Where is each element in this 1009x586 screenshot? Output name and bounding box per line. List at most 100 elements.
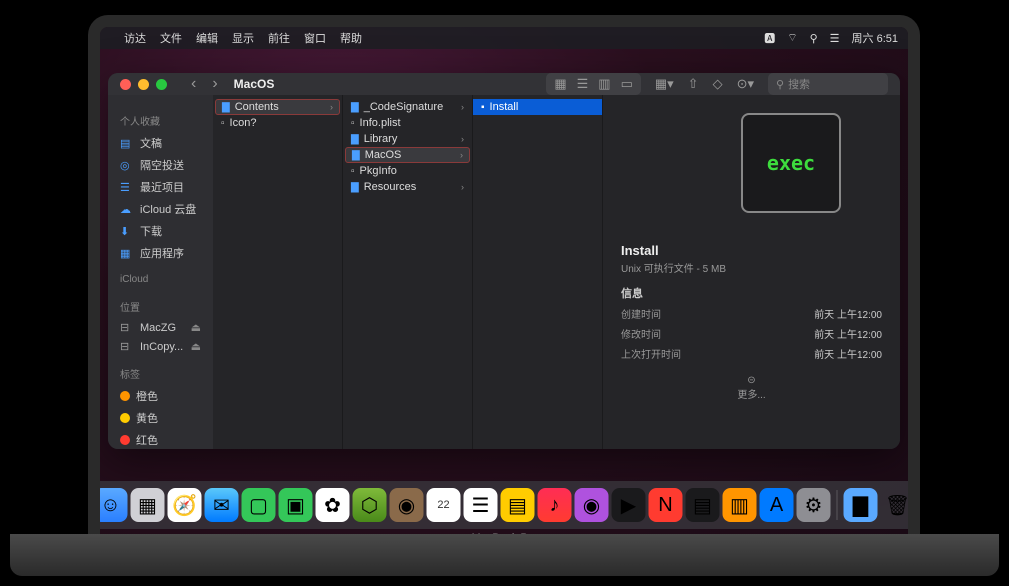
dock: ☺ ▦ 🧭 ✉ ▢ ▣ ✿ ⬡ ◉ 22 ☰ ▤ ♪ ◉ ▶ N ▤ ▥ A ⚙… (88, 481, 920, 529)
menu-edit[interactable]: 编辑 (196, 30, 218, 46)
menu-help[interactable]: 帮助 (340, 30, 362, 46)
sidebar-downloads[interactable]: ⬇下载 (108, 220, 213, 242)
info-modified: 修改时间前天 上午12:00 (621, 326, 882, 341)
window-title: MacOS (234, 77, 275, 91)
minimize-button[interactable] (138, 79, 149, 90)
dock-downloads[interactable]: ▇ (844, 488, 878, 522)
folder-codesignature[interactable]: ▇_CodeSignature› (343, 99, 472, 115)
view-mode-group: ▦ ☰ ▥ ▭ (546, 73, 641, 95)
clock[interactable]: 周六 6:51 (852, 30, 898, 46)
icon-view-button[interactable]: ▦ (554, 76, 566, 92)
maximize-button[interactable] (156, 79, 167, 90)
file-icon-item[interactable]: ▫Icon? (213, 115, 342, 131)
column-2: ▇_CodeSignature› ▫Info.plist ▇Library› ▇… (343, 95, 473, 449)
preview-pane: exec Install Unix 可执行文件 - 5 MB 信息 创建时间前天… (603, 95, 900, 449)
search-placeholder: 搜索 (788, 76, 810, 92)
sidebar-documents[interactable]: ▤文稿 (108, 132, 213, 154)
group-button[interactable]: ▦▾ (655, 76, 674, 92)
folder-icon: ▇ (352, 150, 360, 161)
folder-icon: ▇ (351, 102, 359, 113)
more-button[interactable]: ⊝更多... (621, 375, 882, 401)
back-button[interactable]: ‹ (191, 75, 196, 93)
search-icon: ⚲ (776, 78, 784, 91)
search-input[interactable]: ⚲ 搜索 (768, 73, 888, 95)
chevron-right-icon: › (330, 102, 333, 112)
file-icon: ▫ (351, 166, 355, 177)
file-pkginfo[interactable]: ▫PkgInfo (343, 163, 472, 179)
dock-settings[interactable]: ⚙ (797, 488, 831, 522)
dock-stocks[interactable]: ▤ (686, 488, 720, 522)
list-view-button[interactable]: ☰ (577, 76, 589, 92)
exec-label: exec (767, 151, 815, 175)
menu-view[interactable]: 显示 (232, 30, 254, 46)
info-created: 创建时间前天 上午12:00 (621, 306, 882, 321)
dock-maps[interactable]: ⬡ (353, 488, 387, 522)
dock-trash[interactable]: 🗑 (881, 488, 915, 522)
sidebar-applications[interactable]: ▦应用程序 (108, 242, 213, 264)
input-method-icon[interactable]: 🅰 (764, 30, 775, 46)
folder-contents[interactable]: ▇Contents› (215, 99, 340, 115)
sidebar-icloud-drive[interactable]: ☁iCloud 云盘 (108, 198, 213, 220)
dock-launchpad[interactable]: ▦ (131, 488, 165, 522)
dock-music[interactable]: ♪ (538, 488, 572, 522)
sidebar-favorites-header: 个人收藏 (108, 109, 213, 132)
dock-notes[interactable]: ▤ (501, 488, 535, 522)
folder-resources[interactable]: ▇Resources› (343, 179, 472, 195)
column-view-button[interactable]: ▥ (598, 76, 610, 92)
column-1: ▇Contents› ▫Icon? (213, 95, 343, 449)
laptop-base (10, 534, 999, 576)
wifi-icon[interactable]: ⌔ (787, 31, 797, 45)
dock-contacts[interactable]: ◉ (390, 488, 424, 522)
preview-filename: Install (621, 243, 882, 258)
folder-macos[interactable]: ▇MacOS› (345, 147, 470, 163)
dock-safari[interactable]: 🧭 (168, 488, 202, 522)
dock-mail[interactable]: ✉ (205, 488, 239, 522)
forward-button[interactable]: › (212, 75, 217, 93)
dock-podcasts[interactable]: ◉ (575, 488, 609, 522)
menu-go[interactable]: 前往 (268, 30, 290, 46)
sidebar: 个人收藏 ▤文稿 ◎隔空投送 ☰最近项目 ☁iCloud 云盘 ⬇下载 ▦应用程… (108, 95, 213, 449)
tag-button[interactable]: ◇ (713, 76, 723, 92)
info-lastopened: 上次打开时间前天 上午12:00 (621, 346, 882, 361)
close-button[interactable] (120, 79, 131, 90)
titlebar[interactable]: ‹ › MacOS ▦ ☰ ▥ ▭ ▦▾ ⇧ ◇ ⊙▾ ⚲ (108, 73, 900, 95)
folder-icon: ▇ (351, 134, 359, 145)
sidebar-airdrop[interactable]: ◎隔空投送 (108, 154, 213, 176)
app-name[interactable]: 访达 (124, 30, 146, 46)
sidebar-location-maczg[interactable]: ⊟MacZG⏏ (108, 318, 213, 337)
file-install[interactable]: ▪Install (473, 99, 602, 115)
file-infoplist[interactable]: ▫Info.plist (343, 115, 472, 131)
dock-tv[interactable]: ▶ (612, 488, 646, 522)
action-button[interactable]: ⊙▾ (737, 76, 754, 92)
sidebar-tag-orange[interactable]: 橙色 (108, 385, 213, 407)
dock-messages[interactable]: ▢ (242, 488, 276, 522)
sidebar-recents[interactable]: ☰最近项目 (108, 176, 213, 198)
dock-appstore[interactable]: A (760, 488, 794, 522)
dock-reminders[interactable]: ☰ (464, 488, 498, 522)
dock-separator (837, 490, 838, 520)
sidebar-tag-yellow[interactable]: 黄色 (108, 407, 213, 429)
menu-window[interactable]: 窗口 (304, 30, 326, 46)
dock-calendar[interactable]: 22 (427, 488, 461, 522)
column-3: ▪Install (473, 95, 603, 449)
dock-facetime[interactable]: ▣ (279, 488, 313, 522)
folder-library[interactable]: ▇Library› (343, 131, 472, 147)
dock-finder[interactable]: ☺ (94, 488, 128, 522)
dock-news[interactable]: N (649, 488, 683, 522)
sidebar-location-incopy[interactable]: ⊟InCopy...⏏ (108, 337, 213, 356)
sidebar-locations-header: 位置 (108, 295, 213, 318)
preview-thumbnail: exec (741, 113, 841, 213)
control-center-icon[interactable]: ☰ (830, 32, 840, 45)
sidebar-icloud-header: iCloud (108, 270, 213, 289)
info-header: 信息 (621, 285, 882, 301)
menu-file[interactable]: 文件 (160, 30, 182, 46)
share-button[interactable]: ⇧ (688, 76, 699, 92)
dock-books[interactable]: ▥ (723, 488, 757, 522)
finder-window: ‹ › MacOS ▦ ☰ ▥ ▭ ▦▾ ⇧ ◇ ⊙▾ ⚲ (108, 73, 900, 449)
spotlight-icon[interactable]: ⚲ (810, 32, 818, 45)
gallery-view-button[interactable]: ▭ (621, 76, 633, 92)
dock-photos[interactable]: ✿ (316, 488, 350, 522)
column-browser: ▇Contents› ▫Icon? ▇_CodeSignature› ▫Info… (213, 95, 900, 449)
sidebar-tag-red[interactable]: 红色 (108, 429, 213, 449)
desktop: 访达 文件 编辑 显示 前往 窗口 帮助 🅰 ⌔ ⚲ ☰ 周六 6:51 (100, 27, 908, 535)
